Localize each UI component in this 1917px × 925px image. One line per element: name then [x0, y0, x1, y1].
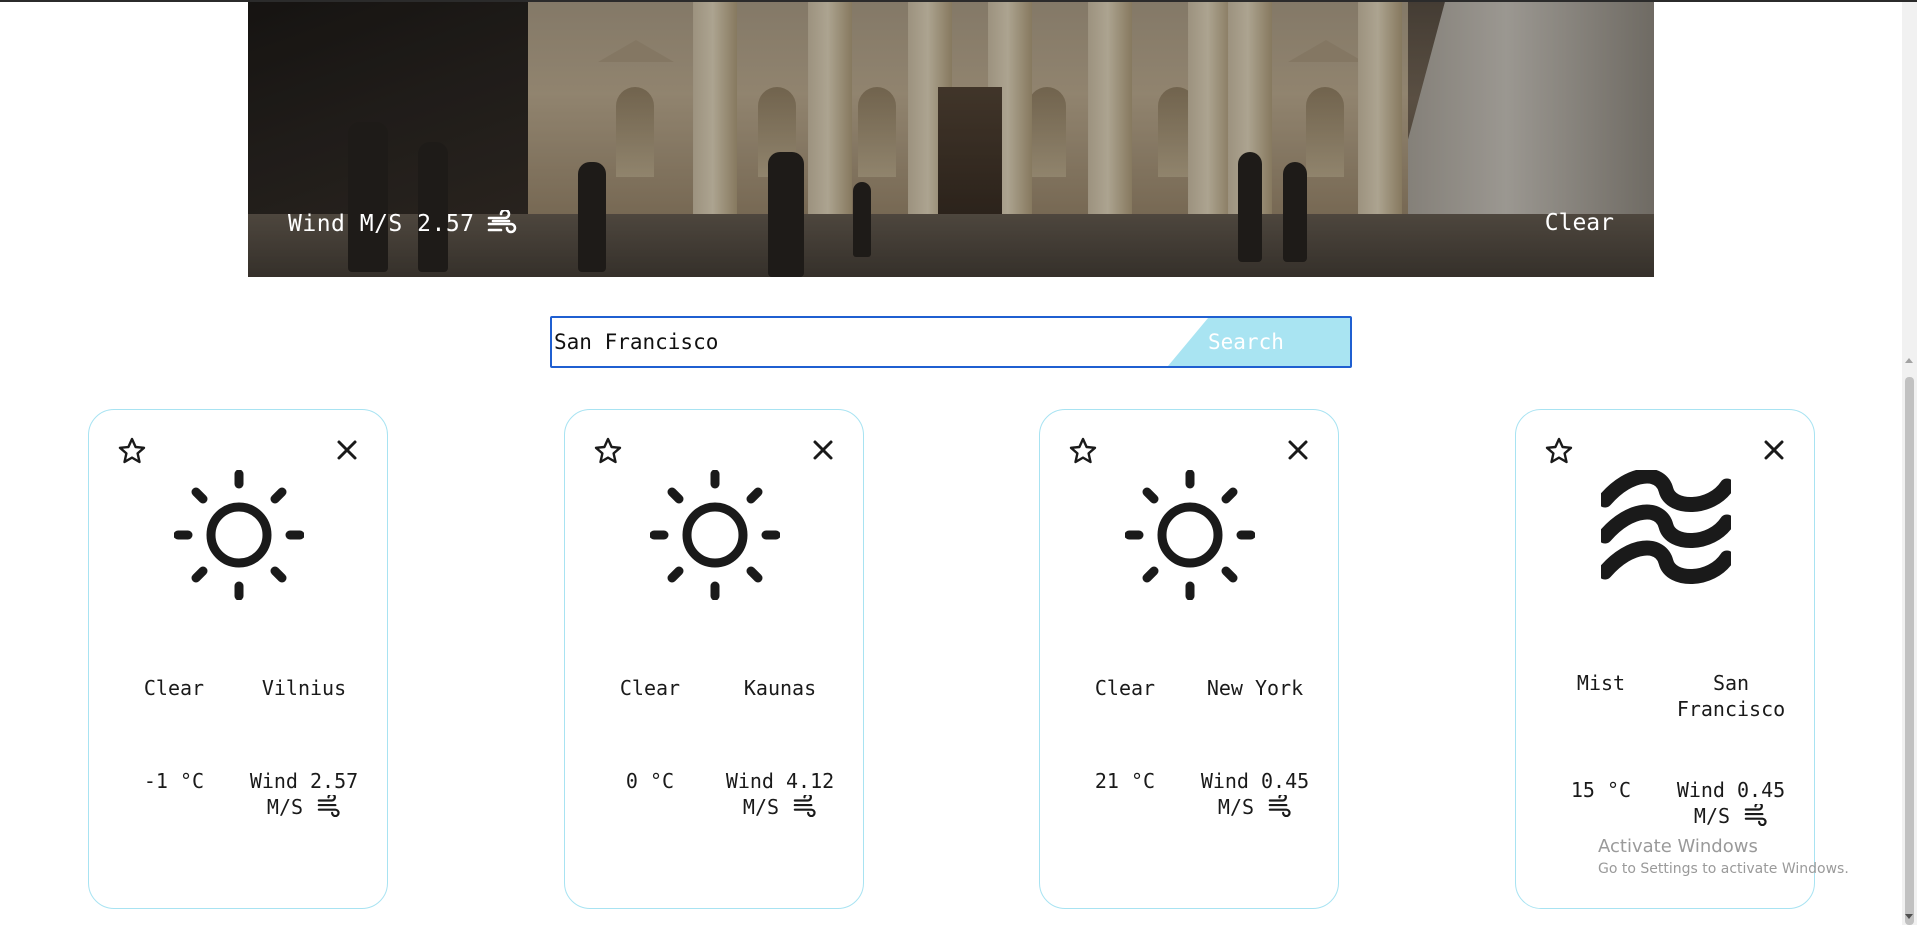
favorite-star-icon[interactable]: [1068, 436, 1098, 466]
card-condition-row: Clear Vilnius: [89, 675, 389, 701]
wind-icon: [1744, 804, 1767, 826]
weather-card-san-francisco: Mist San Francisco 15 °C Wind 0.45 M/S: [1515, 409, 1815, 909]
search-input[interactable]: [552, 318, 1174, 366]
search-button[interactable]: Search: [1168, 318, 1350, 366]
card-stats-row: 0 °C Wind 4.12 M/S: [565, 768, 865, 820]
hero-banner: Wind M/S 2.57 Clear: [248, 2, 1654, 277]
wind-icon: [487, 210, 516, 234]
sun-icon: [650, 470, 780, 600]
card-wind-unit-line: M/S: [715, 794, 845, 820]
favorite-star-icon[interactable]: [117, 436, 147, 466]
favorite-star-icon[interactable]: [1544, 436, 1574, 466]
card-city: San Francisco: [1676, 671, 1786, 721]
card-wind-unit: M/S: [1217, 795, 1255, 819]
close-icon[interactable]: [333, 436, 361, 464]
card-city: New York: [1206, 676, 1304, 700]
card-stats-row: -1 °C Wind 2.57 M/S: [89, 768, 389, 820]
card-wind-unit-line: M/S: [1666, 803, 1796, 829]
card-wind: Wind 4.12 M/S: [715, 768, 845, 820]
card-wind-value: Wind 0.45: [1676, 778, 1786, 802]
card-condition: Clear: [1094, 676, 1156, 700]
card-wind-unit: M/S: [266, 795, 304, 819]
activate-windows-watermark: Activate Windows Go to Settings to activ…: [1598, 836, 1849, 877]
sun-icon: [174, 470, 304, 600]
card-wind-unit-line: M/S: [1190, 794, 1320, 820]
card-temperature: 15 °C: [1570, 778, 1632, 802]
card-wind-value: Wind 4.12: [725, 769, 835, 793]
card-condition-row: Clear Kaunas: [565, 675, 865, 701]
hero-wind: Wind M/S 2.57: [288, 210, 517, 238]
mist-icon: [1601, 470, 1731, 600]
card-condition: Clear: [143, 676, 205, 700]
card-wind-unit: M/S: [742, 795, 780, 819]
card-city: Vilnius: [261, 676, 347, 700]
card-wind: Wind 0.45 M/S: [1190, 768, 1320, 820]
hero-condition: Clear: [1544, 210, 1614, 236]
card-condition: Mist: [1576, 671, 1626, 695]
watermark-subtitle: Go to Settings to activate Windows.: [1598, 861, 1849, 877]
scroll-down-arrow-icon[interactable]: [1905, 914, 1913, 919]
card-wind: Wind 0.45 M/S: [1666, 777, 1796, 829]
card-wind-unit: M/S: [1693, 804, 1731, 828]
close-icon[interactable]: [1284, 436, 1312, 464]
weather-card-new-york: Clear New York 21 °C Wind 0.45 M/S: [1039, 409, 1339, 909]
scroll-up-arrow-icon[interactable]: [1905, 358, 1913, 363]
card-city: Kaunas: [743, 676, 817, 700]
wind-icon: [317, 795, 340, 817]
wind-icon: [1268, 795, 1291, 817]
card-temperature: 0 °C: [625, 769, 675, 793]
card-condition-row: Mist San Francisco: [1516, 670, 1816, 722]
card-wind-unit-line: M/S: [239, 794, 369, 820]
watermark-title: Activate Windows: [1598, 836, 1758, 857]
card-wind-value: Wind 0.45: [1200, 769, 1310, 793]
page-scrollbar[interactable]: [1902, 2, 1917, 925]
favorite-star-icon[interactable]: [593, 436, 623, 466]
close-icon[interactable]: [809, 436, 837, 464]
close-icon[interactable]: [1760, 436, 1788, 464]
scrollbar-thumb[interactable]: [1905, 377, 1914, 925]
wind-icon: [793, 795, 816, 817]
card-stats-row: 21 °C Wind 0.45 M/S: [1040, 768, 1340, 820]
card-wind-value: Wind 2.57: [249, 769, 359, 793]
search-bar: Search: [550, 316, 1352, 368]
card-temperature: -1 °C: [143, 769, 205, 793]
card-condition: Clear: [619, 676, 681, 700]
card-condition-row: Clear New York: [1040, 675, 1340, 701]
card-wind: Wind 2.57 M/S: [239, 768, 369, 820]
weather-card-vilnius: Clear Vilnius -1 °C Wind 2.57 M/S: [88, 409, 388, 909]
card-temperature: 21 °C: [1094, 769, 1156, 793]
sun-icon: [1125, 470, 1255, 600]
card-stats-row: 15 °C Wind 0.45 M/S: [1516, 777, 1816, 829]
hero-wind-label: Wind M/S 2.57: [288, 211, 475, 237]
weather-card-kaunas: Clear Kaunas 0 °C Wind 4.12 M/S: [564, 409, 864, 909]
